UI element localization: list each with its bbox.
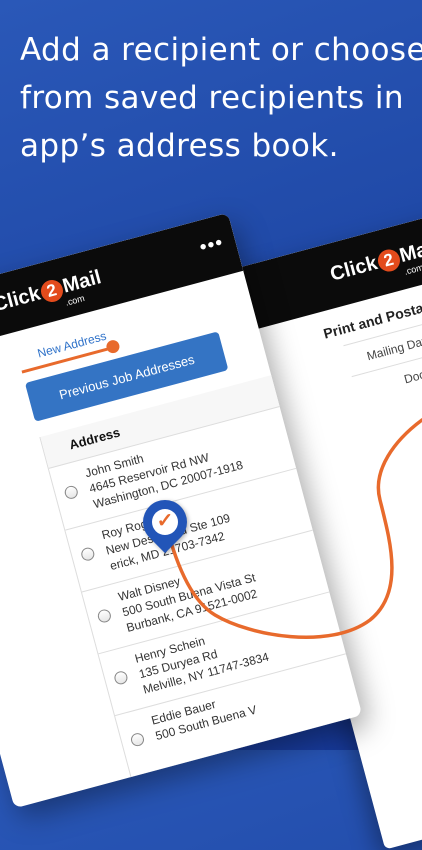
- new-address-link[interactable]: New Address: [36, 329, 108, 361]
- click2mail-logo: Click 2Mail .com: [327, 235, 422, 286]
- radio-button[interactable]: [96, 608, 113, 624]
- document-row[interactable]: Docum: [402, 363, 422, 386]
- more-dots-icon[interactable]: •••: [197, 231, 226, 258]
- checkmark-icon: ✓: [156, 510, 174, 532]
- click2mail-logo: Click 2Mail .com: [0, 266, 104, 317]
- headline-line-1: Add a recipient or choose: [20, 32, 422, 68]
- headline-line-2: from saved recipients in: [20, 80, 404, 116]
- radio-button[interactable]: [63, 484, 80, 501]
- headline-line-3: app’s address book.: [20, 128, 339, 164]
- headline: Add a recipient or choose from saved rec…: [20, 26, 422, 170]
- radio-button[interactable]: [129, 731, 146, 748]
- radio-button[interactable]: [79, 546, 96, 563]
- selection-indicator-dot: [104, 338, 121, 355]
- radio-button[interactable]: [112, 669, 129, 686]
